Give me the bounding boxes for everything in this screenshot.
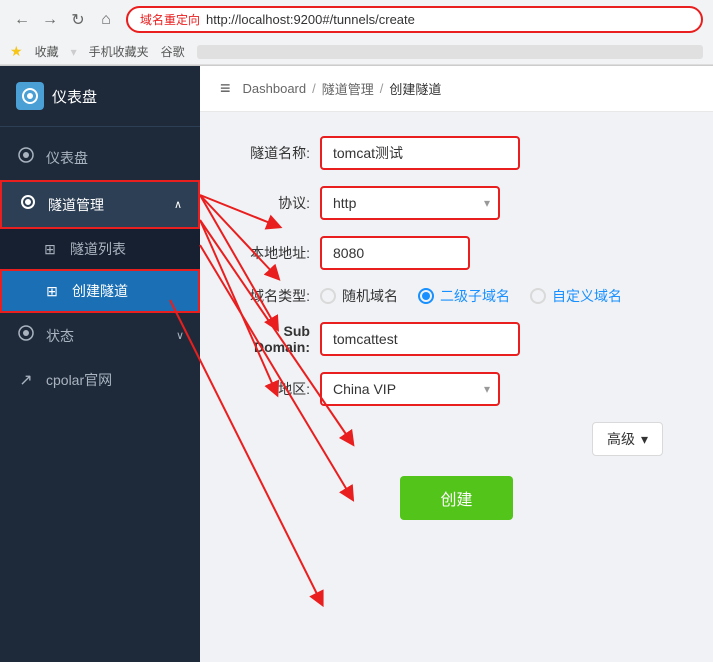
sidebar-item-tunnel-label: 隧道管理 — [48, 195, 104, 215]
radio-custom-label: 自定义域名 — [552, 286, 622, 306]
radio-random-circle — [320, 288, 336, 304]
protocol-select[interactable]: http https tcp udp — [320, 186, 500, 220]
bookmarks-bar: ★ 收藏 ▾ 手机收藏夹 谷歌 — [0, 39, 713, 65]
forward-button[interactable]: → — [38, 8, 62, 32]
sidebar-item-tunnel-mgmt[interactable]: 隧道管理 ∧ — [0, 180, 200, 229]
advanced-row: 高级 ▾ — [230, 422, 683, 456]
sidebar-item-dashboard-label: 仪表盘 — [46, 148, 88, 168]
cpolar-icon: ↗ — [16, 370, 36, 390]
radio-second-label: 二级子域名 — [440, 286, 510, 306]
bookmark-star-icon: ★ — [10, 43, 23, 60]
status-icon — [16, 325, 36, 346]
form-row-local-addr: 本地地址: — [230, 236, 683, 270]
form-row-protocol: 协议: http https tcp udp ▾ — [230, 186, 683, 220]
header-menu-icon[interactable]: ≡ — [220, 78, 231, 99]
sidebar-subitem-create-tunnel[interactable]: ⊞ 创建隧道 — [0, 269, 200, 313]
radio-random-domain[interactable]: 随机域名 — [320, 286, 398, 306]
bookmark-google[interactable]: 谷歌 — [161, 43, 185, 60]
breadcrumb-sep1: / — [312, 81, 316, 96]
address-bar[interactable]: 域名重定向 http://localhost:9200#/tunnels/cre… — [126, 6, 703, 33]
main-header: ≡ Dashboard / 隧道管理 / 创建隧道 — [200, 66, 713, 112]
create-row: 创建 — [230, 476, 683, 520]
form-row-tunnel-name: 隧道名称: — [230, 136, 683, 170]
advanced-button[interactable]: 高级 ▾ — [592, 422, 663, 456]
app-container: 仪表盘 仪表盘 隧道管理 — [0, 66, 713, 662]
tunnel-name-input[interactable] — [320, 136, 520, 170]
sidebar-item-status-label: 状态 — [46, 326, 74, 346]
form-row-region: 地区: China VIP China USA ▾ — [230, 372, 683, 406]
breadcrumb: Dashboard / 隧道管理 / 创建隧道 — [243, 79, 442, 98]
breadcrumb-current: 创建隧道 — [389, 79, 441, 98]
redirect-label: 域名重定向 — [140, 11, 200, 28]
create-tunnel-icon: ⊞ — [42, 283, 62, 300]
sidebar-item-status[interactable]: 状态 ∨ — [0, 313, 200, 358]
region-select[interactable]: China VIP China USA — [320, 372, 500, 406]
domain-type-label: 域名类型: — [230, 286, 320, 306]
logo-text: 仪表盘 — [52, 86, 97, 107]
nav-buttons: ← → ↻ ⌂ — [10, 8, 118, 32]
create-button[interactable]: 创建 — [400, 476, 512, 520]
breadcrumb-tunnel-mgmt: 隧道管理 — [322, 79, 374, 98]
local-addr-input[interactable] — [320, 236, 470, 270]
back-button[interactable]: ← — [10, 8, 34, 32]
radio-second-circle — [418, 288, 434, 304]
main-content: ≡ Dashboard / 隧道管理 / 创建隧道 隧道名称: 协议: — [200, 66, 713, 662]
sidebar-item-dashboard[interactable]: 仪表盘 — [0, 135, 200, 180]
tunnel-list-icon: ⊞ — [40, 241, 60, 258]
breadcrumb-sep2: / — [380, 81, 384, 96]
browser-chrome: ← → ↻ ⌂ 域名重定向 http://localhost:9200#/tun… — [0, 0, 713, 66]
sidebar-item-cpolar-label: cpolar官网 — [46, 370, 112, 390]
region-label: 地区: — [230, 379, 320, 399]
dashboard-icon — [16, 147, 36, 168]
sidebar-subitem-tunnel-list-label: 隧道列表 — [70, 239, 126, 259]
sidebar-menu: 仪表盘 隧道管理 ∧ ⊞ 隧道列表 ⊞ — [0, 127, 200, 662]
local-addr-label: 本地地址: — [230, 243, 320, 263]
tunnel-mgmt-icon — [18, 194, 38, 215]
bookmark-mobile[interactable]: 手机收藏夹 — [89, 43, 149, 60]
tunnel-name-label: 隧道名称: — [230, 143, 320, 163]
sidebar: 仪表盘 仪表盘 隧道管理 — [0, 66, 200, 662]
advanced-arrow-icon: ▾ — [641, 431, 648, 448]
refresh-button[interactable]: ↻ — [66, 8, 90, 32]
sidebar-subitem-tunnel-list[interactable]: ⊞ 隧道列表 — [0, 229, 200, 269]
form-row-domain-type: 域名类型: 随机域名 二级子域名 自定义域名 — [230, 286, 683, 306]
status-arrow-icon: ∨ — [176, 329, 184, 342]
form-outer: 隧道名称: 协议: http https tcp udp ▾ — [200, 112, 713, 544]
region-select-wrapper: China VIP China USA ▾ — [320, 372, 500, 406]
form-row-subdomain: Sub Domain: — [230, 322, 683, 356]
radio-custom-circle — [530, 288, 546, 304]
sidebar-subitem-create-label: 创建隧道 — [72, 281, 128, 301]
sidebar-logo: 仪表盘 — [0, 66, 200, 127]
protocol-label: 协议: — [230, 193, 320, 213]
breadcrumb-dashboard: Dashboard — [243, 81, 307, 96]
advanced-label: 高级 — [607, 429, 635, 449]
subdomain-input[interactable] — [320, 322, 520, 356]
form-container: 隧道名称: 协议: http https tcp udp ▾ — [200, 112, 713, 544]
protocol-select-wrapper: http https tcp udp ▾ — [320, 186, 500, 220]
sidebar-item-cpolar[interactable]: ↗ cpolar官网 — [0, 358, 200, 402]
logo-icon — [16, 82, 44, 110]
domain-type-radio-group: 随机域名 二级子域名 自定义域名 — [320, 286, 622, 306]
radio-custom-domain[interactable]: 自定义域名 — [530, 286, 622, 306]
home-button[interactable]: ⌂ — [94, 8, 118, 32]
bookmarks-label[interactable]: 收藏 — [35, 43, 59, 60]
subdomain-label: Sub Domain: — [230, 323, 320, 355]
address-text: http://localhost:9200#/tunnels/create — [206, 12, 415, 27]
tunnel-arrow-icon: ∧ — [174, 198, 182, 211]
browser-toolbar: ← → ↻ ⌂ 域名重定向 http://localhost:9200#/tun… — [0, 0, 713, 39]
radio-random-label: 随机域名 — [342, 286, 398, 306]
radio-second-level[interactable]: 二级子域名 — [418, 286, 510, 306]
sidebar-submenu: ⊞ 隧道列表 ⊞ 创建隧道 — [0, 229, 200, 313]
